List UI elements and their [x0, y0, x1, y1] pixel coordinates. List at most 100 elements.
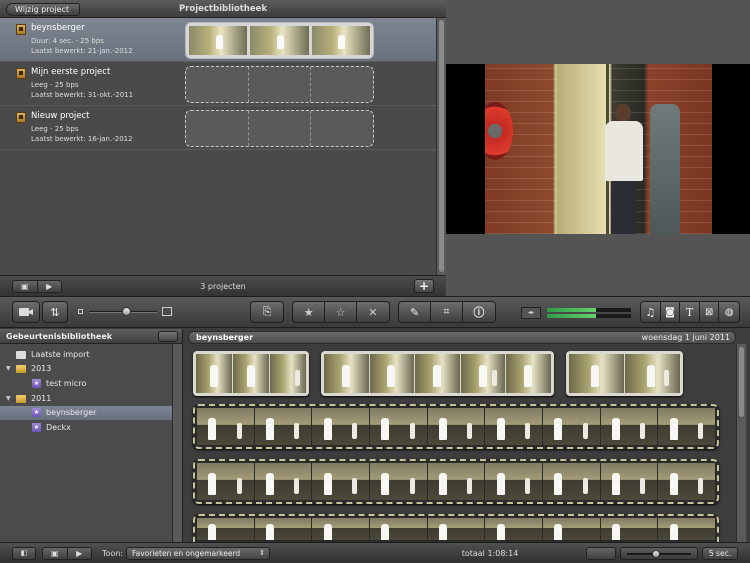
project-list-scrollbar[interactable] — [436, 18, 446, 275]
project-thumbnail — [189, 26, 248, 55]
thumbnail-duration-slider[interactable] — [620, 547, 698, 560]
event-star-icon: ★ — [32, 379, 41, 388]
video-clip-filmstrip[interactable] — [193, 514, 719, 542]
project-count: 3 projecten — [200, 282, 246, 291]
clip-frame — [506, 354, 551, 393]
plus-icon[interactable]: + — [414, 279, 434, 293]
event-item-year-2013[interactable]: ▼ 2013 — [0, 362, 172, 376]
toolbar: ⇅ ⎘ ★ ☆ ✕ ✎ ⌗ ⓘ ◂▸ ♫ ◙ T ⊠ ◍ — [0, 296, 750, 328]
project-icon — [16, 68, 26, 79]
project-duration: Leeg - 25 bps — [31, 125, 79, 133]
show-filter-label: Toon: — [102, 549, 124, 558]
clip-frame — [312, 463, 370, 500]
clip-frame — [600, 408, 658, 445]
folder-icon — [16, 365, 26, 373]
map-globe-icon[interactable]: ◍ — [719, 302, 739, 322]
project-row-mijn-eerste-project[interactable]: Mijn eerste project Leeg - 25 bps Laatst… — [0, 62, 436, 106]
clip-frame — [197, 463, 254, 500]
project-info: Leeg - 25 bps Laatst bewerkt: 16-jan.-20… — [31, 124, 133, 144]
project-thumbnail — [311, 26, 370, 55]
event-list: Laatste import ▼ 2013 ★ test micro ▼ 201… — [0, 344, 172, 542]
toggle-event-list-icon[interactable]: ◧ — [12, 547, 36, 560]
event-item-test-micro[interactable]: ★ test micro — [0, 377, 172, 391]
viewer-frame — [485, 64, 712, 234]
clip-frame — [254, 518, 312, 540]
total-duration: totaal 1:08:14 — [461, 549, 519, 558]
slider-knob[interactable] — [651, 550, 660, 558]
clip-frame — [485, 463, 543, 500]
project-list: beynsberger Duur: 4 sec. - 25 bps Laatst… — [0, 18, 436, 275]
audio-waveform-icon[interactable]: ◂▸ — [521, 307, 541, 319]
event-list-scrollbar[interactable] — [172, 344, 182, 542]
camera-import-icon[interactable] — [12, 301, 40, 323]
waveform-toggle-icon[interactable] — [586, 547, 616, 560]
video-clip-filmstrip[interactable] — [193, 459, 719, 504]
clip-frame — [370, 408, 427, 445]
large-thumbnail-icon — [162, 307, 172, 316]
show-filter-select[interactable]: Favorieten en ongemarkeerd ⇕ — [126, 547, 270, 560]
event-item-deckx[interactable]: ★ Deckx — [0, 421, 172, 435]
disclosure-triangle-icon[interactable]: ▼ — [6, 362, 11, 376]
project-filmstrip[interactable] — [185, 22, 374, 59]
project-duration: Duur: 4 sec. - 25 bps — [31, 37, 104, 45]
clip-frame — [658, 463, 716, 500]
clip-frame — [543, 408, 600, 445]
clip-frame — [625, 354, 680, 393]
project-filmstrip-empty[interactable] — [185, 66, 374, 103]
video-clip[interactable] — [193, 351, 309, 396]
clip-frame — [197, 518, 254, 540]
project-last-edited: Laatst bewerkt: 16-jan.-2012 — [31, 135, 133, 143]
project-name: Mijn eerste project — [31, 67, 111, 77]
project-row-nieuw-project[interactable]: Nieuw project Leeg - 25 bps Laatst bewer… — [0, 106, 436, 150]
thumbnail-duration-value[interactable]: 5 sec. — [702, 547, 738, 560]
event-item-label: test micro — [46, 379, 87, 388]
rating-tools: ★ ☆ ✕ — [292, 301, 390, 323]
swap-icon[interactable]: ⇅ — [42, 301, 68, 323]
photo-icon[interactable]: ◙ — [661, 302, 681, 322]
folder-icon — [16, 395, 26, 403]
play-icon[interactable]: ▶ — [68, 548, 92, 559]
event-browser-scrollbar[interactable] — [736, 344, 746, 542]
event-item-latest-import[interactable]: Laatste import — [0, 348, 172, 362]
project-filmstrip-empty[interactable] — [185, 110, 374, 147]
clip-frame — [460, 354, 506, 393]
project-library-title: Projectbibliotheek — [178, 4, 268, 14]
crop-icon[interactable]: ⌗ — [431, 302, 463, 322]
clip-frame — [312, 518, 370, 540]
music-icon[interactable]: ♫ — [641, 302, 661, 322]
eject-icon[interactable] — [158, 331, 178, 342]
clip-frame — [600, 518, 658, 540]
transition-icon[interactable]: ⊠ — [700, 302, 720, 322]
clip-frame — [254, 408, 312, 445]
event-item-beynsberger[interactable]: ★ beynsberger — [0, 406, 172, 420]
event-star-icon: ★ — [32, 423, 41, 432]
inspector-info-icon[interactable]: ⓘ — [463, 302, 495, 322]
disclosure-triangle-icon[interactable]: ▼ — [6, 392, 11, 406]
video-clip[interactable] — [321, 351, 554, 396]
video-clip-filmstrip[interactable] — [193, 404, 719, 449]
play-fullscreen-icon[interactable]: ▣ — [43, 548, 68, 559]
project-last-edited: Laatst bewerkt: 31-okt.-2011 — [31, 91, 134, 99]
unmark-star-icon[interactable]: ☆ — [325, 302, 357, 322]
project-last-edited: Laatst bewerkt: 21-jan.-2012 — [31, 47, 133, 55]
viewer[interactable] — [446, 64, 750, 234]
clip-frame — [196, 354, 232, 393]
audio-level-left — [547, 308, 596, 312]
project-icon — [16, 112, 26, 123]
audio-meter: ◂▸ — [521, 307, 635, 319]
slider-knob[interactable] — [122, 307, 132, 316]
add-to-project-icon[interactable]: ⎘ — [250, 301, 284, 323]
clip-frame — [233, 354, 269, 393]
project-library-footer: ▣ ▶ 3 projecten + — [0, 275, 446, 296]
event-item-year-2011[interactable]: ▼ 2011 — [0, 392, 172, 406]
clip-frame — [270, 354, 306, 393]
video-clip[interactable] — [566, 351, 683, 396]
title-t-icon[interactable]: T — [680, 302, 700, 322]
reject-x-icon[interactable]: ✕ — [357, 302, 389, 322]
project-row-beynsberger[interactable]: beynsberger Duur: 4 sec. - 25 bps Laatst… — [0, 18, 436, 62]
keyword-brush-icon[interactable]: ✎ — [399, 302, 432, 322]
clip-frame — [254, 463, 312, 500]
thumbnail-size-slider[interactable] — [78, 307, 174, 317]
favorite-star-icon[interactable]: ★ — [293, 302, 326, 322]
updown-arrows-icon: ⇕ — [259, 549, 265, 557]
